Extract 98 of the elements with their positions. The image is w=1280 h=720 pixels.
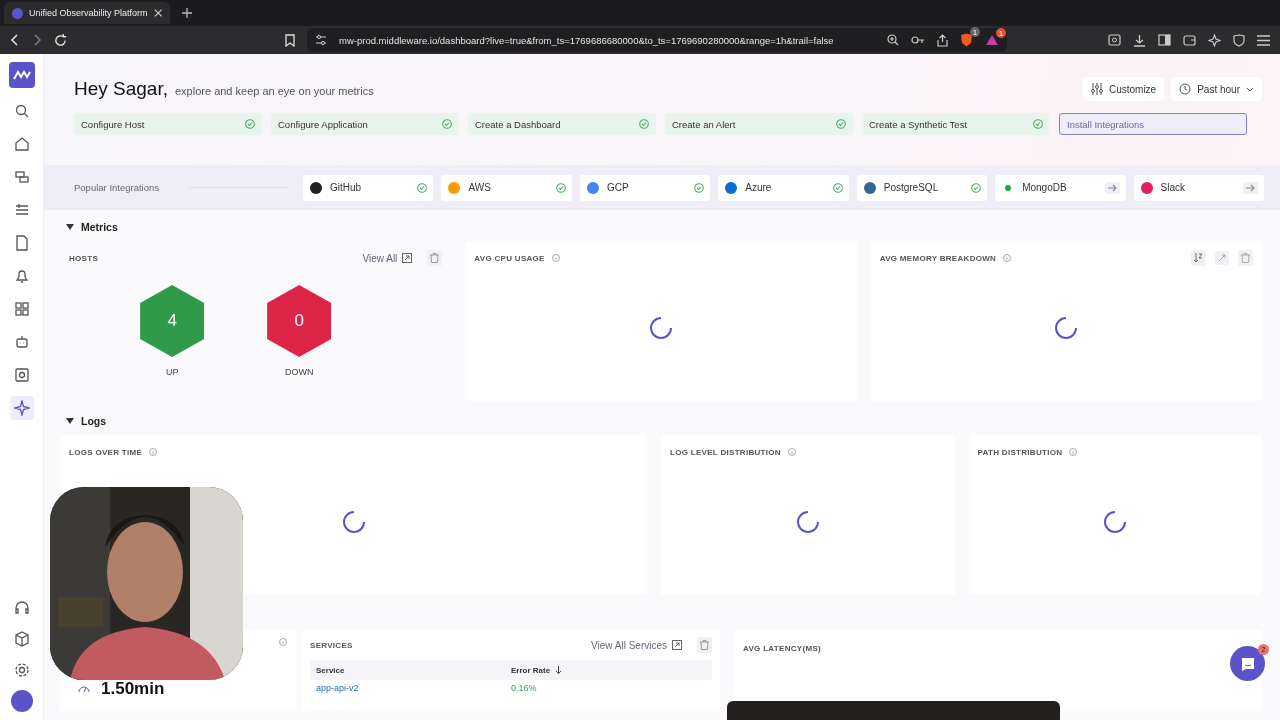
close-icon[interactable] <box>153 8 162 18</box>
setup-step[interactable]: Configure Host <box>74 113 262 135</box>
setup-step[interactable]: Create a Dashboard <box>468 113 656 135</box>
section-toggle[interactable]: Logs <box>44 401 107 435</box>
count-badge: 1 <box>970 27 980 37</box>
check-circle-icon <box>555 182 566 193</box>
zoom-icon[interactable] <box>887 34 899 46</box>
card-title: SERVICES <box>310 640 353 650</box>
host-status-label: UP <box>165 367 179 377</box>
check-circle-icon <box>417 182 428 193</box>
caret-icon <box>66 224 74 230</box>
headset-icon[interactable] <box>13 600 30 616</box>
card-title: PATH DISTRIBUTION <box>977 447 1063 457</box>
count-badge: 1 <box>996 28 1006 38</box>
integration-card[interactable]: Azure <box>718 174 849 201</box>
greeting-subtitle: explore and keep an eye on your metrics <box>175 85 374 97</box>
sliders-icon <box>1090 83 1103 95</box>
card-title: LOGS OVER TIME <box>69 447 143 457</box>
setup-step[interactable]: Configure Application <box>271 113 459 135</box>
external-link-icon <box>672 640 682 650</box>
integration-card[interactable]: Slack <box>1133 174 1264 201</box>
screenshot-icon[interactable] <box>1108 34 1121 46</box>
check-circle-icon <box>836 119 846 129</box>
chat-icon <box>1239 655 1256 672</box>
check-circle-icon <box>694 182 705 193</box>
integration-card[interactable]: PostgreSQL <box>856 174 988 201</box>
back-icon[interactable] <box>10 34 20 46</box>
host-status-label: DOWN <box>284 367 314 377</box>
integration-logo-icon <box>724 180 739 195</box>
shield-icon[interactable] <box>1233 33 1245 47</box>
app-logo-icon[interactable] <box>8 62 35 88</box>
sparkle-icon[interactable] <box>1208 33 1221 47</box>
setup-step[interactable]: Create an Alert <box>665 113 853 135</box>
menu-icon[interactable] <box>1257 34 1270 46</box>
integration-card[interactable]: MongoDB <box>995 174 1126 201</box>
card-title: LOG LEVEL DISTRIBUTION <box>670 447 781 457</box>
check-circle-icon <box>971 182 982 193</box>
integration-card[interactable]: AWS <box>441 174 572 201</box>
card-title: AVG CPU USAGE <box>474 253 545 263</box>
shield-icon[interactable] <box>960 33 973 47</box>
address-bar[interactable]: mw-prod.middleware.io/dashboard?live=true&from_ts=1769686680000&to_ts=1769690280000&range=1h&trail=false 1 1 <box>307 28 1007 52</box>
table-cell-text: 0.16% <box>511 683 538 693</box>
section-label: Popular Integrations <box>74 182 160 193</box>
check-circle-icon <box>1033 119 1043 129</box>
table-cell[interactable]: app-api-v2 <box>316 683 511 693</box>
arrow-icon <box>1243 181 1258 194</box>
integration-logo-icon <box>585 180 600 195</box>
card-title: HOSTS <box>69 253 99 263</box>
triangle-icon[interactable] <box>985 34 999 46</box>
bookmark-icon[interactable] <box>285 33 295 47</box>
site-settings-icon[interactable] <box>315 34 327 46</box>
card-title: AVG MEMORY BREAKDOWN <box>879 253 997 263</box>
setup-step[interactable]: Create a Synthetic Test <box>862 113 1050 135</box>
check-circle-icon <box>832 182 843 193</box>
integration-logo-icon <box>1139 180 1154 195</box>
reload-icon[interactable] <box>54 33 67 47</box>
greeting-title: Hey Sagar, <box>74 78 168 100</box>
avatar-icon[interactable] <box>10 690 33 712</box>
url-text: mw-prod.middleware.io/dashboard?live=true&from_ts=1769686680000&to_ts=1769690280000&range=1h&trail=false <box>339 34 834 46</box>
section-toggle[interactable]: Metrics <box>44 210 118 241</box>
wallet-icon[interactable] <box>1183 34 1196 46</box>
nav-icon[interactable] <box>9 396 34 420</box>
delete-icon[interactable] <box>697 637 712 653</box>
forward-icon[interactable] <box>32 34 42 46</box>
integration-logo-icon <box>447 180 462 195</box>
key-icon[interactable] <box>911 35 925 45</box>
browser-tab[interactable]: Unified Observability Platform <box>4 2 170 24</box>
cube-icon[interactable] <box>13 631 30 647</box>
caret-icon <box>66 418 74 424</box>
new-tab-icon[interactable] <box>182 8 192 18</box>
sort-arrow-icon <box>555 666 563 674</box>
download-icon[interactable] <box>1133 33 1146 47</box>
check-circle-icon <box>245 119 255 129</box>
stat-value: 1.50min <box>101 679 165 699</box>
integration-card[interactable]: GCP <box>579 174 711 201</box>
caret-icon <box>1246 86 1254 92</box>
integration-card[interactable]: GitHub <box>303 174 434 201</box>
delete-icon[interactable] <box>427 250 443 266</box>
check-circle-icon <box>442 119 452 129</box>
settings-icon[interactable] <box>13 662 30 678</box>
check-circle-icon <box>639 119 649 129</box>
clock-icon <box>1179 83 1192 95</box>
app-logo-icon <box>12 7 23 19</box>
arrow-icon <box>1104 181 1120 194</box>
view-all-link[interactable]: View All <box>362 252 413 264</box>
customize-button[interactable]: Customize <box>1082 77 1165 101</box>
share-icon[interactable] <box>937 33 948 47</box>
sort-icon[interactable] <box>1191 250 1206 266</box>
time-range-dropdown[interactable]: Past hour <box>1171 77 1262 101</box>
setup-step[interactable]: Install Integrations <box>1059 113 1247 135</box>
sidebar-toggle-icon[interactable] <box>1158 34 1171 46</box>
column-header[interactable]: Service <box>316 665 511 675</box>
external-link-icon <box>402 253 413 263</box>
integration-logo-icon <box>862 180 877 195</box>
column-header[interactable]: Error Rate <box>511 665 706 675</box>
integration-logo-icon <box>309 180 324 195</box>
view-all-link[interactable]: View All Services <box>591 639 682 651</box>
card-title: AVG LATENCY(MS) <box>743 644 822 653</box>
